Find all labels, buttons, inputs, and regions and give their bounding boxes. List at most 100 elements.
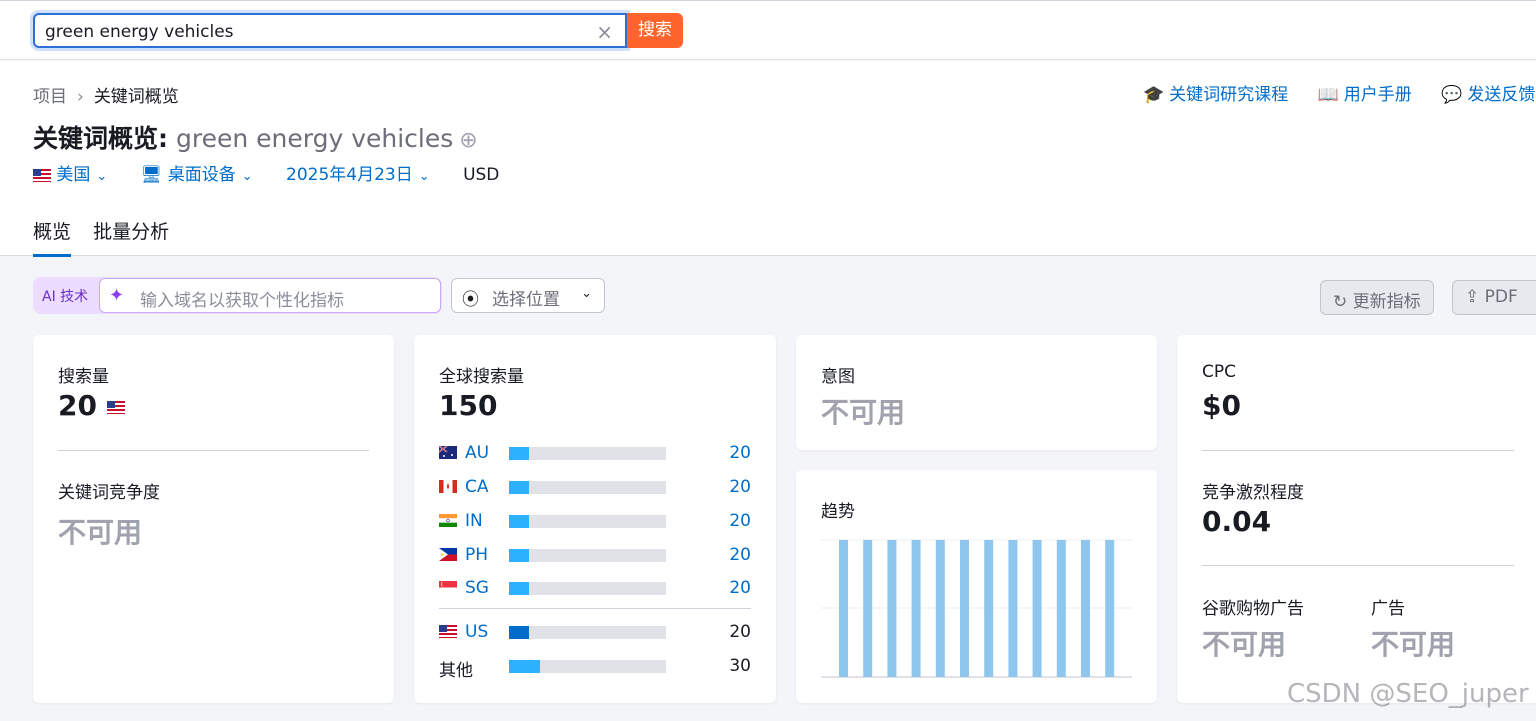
country-code: CA (465, 477, 489, 497)
share-bar-fill (509, 660, 541, 673)
us-flag-icon (439, 625, 457, 638)
trend-bar[interactable] (935, 540, 945, 677)
export-icon: ⇪ (1465, 287, 1480, 307)
domain-input[interactable]: ✦ 输入域名以获取个性化指标 (99, 278, 441, 313)
share-bar-track (509, 549, 666, 562)
country-row[interactable]: IN 20 (439, 511, 751, 531)
clear-icon[interactable]: × (596, 20, 613, 44)
country-volume: 20 (729, 622, 751, 642)
divider (1202, 450, 1514, 451)
trend-bar[interactable] (1032, 540, 1042, 677)
search-button[interactable]: 搜索 (627, 13, 683, 48)
share-bar-track (509, 582, 666, 595)
country-volume: 20 (729, 477, 751, 497)
sg-flag-icon (439, 581, 457, 594)
trend-bar[interactable] (1105, 540, 1115, 677)
manual-link[interactable]: 📖 用户手册 (1318, 80, 1412, 105)
add-to-list-icon[interactable]: ⊕ (459, 128, 477, 153)
divider (1202, 565, 1514, 566)
date-select-label: 2025年4月23日 (286, 165, 413, 185)
tab-bulk-analysis[interactable]: 批量分析 (93, 217, 169, 254)
breadcrumb-chevron-icon: › (77, 87, 84, 107)
country-row[interactable]: AU 20 (439, 443, 751, 463)
refresh-icon: ↻ (1333, 292, 1348, 312)
intent-value: 不可用 (821, 396, 906, 429)
share-bar-track (509, 481, 666, 494)
search-input[interactable]: green energy vehicles × (33, 13, 627, 48)
trend-bar[interactable] (911, 540, 921, 677)
share-bar-track (509, 660, 666, 673)
course-link[interactable]: 🎓 关键词研究课程 (1143, 80, 1288, 105)
trend-bar[interactable] (1056, 540, 1066, 677)
chevron-down-icon: ⌄ (418, 169, 430, 184)
country-volume: 20 (729, 545, 751, 565)
share-bar-fill (509, 582, 530, 595)
tab-overview[interactable]: 概览 (33, 217, 72, 257)
country-row[interactable]: CA 20 (439, 477, 751, 497)
us-flag-icon (106, 400, 125, 414)
country-code: SG (465, 578, 489, 598)
course-link-label: 关键词研究课程 (1169, 85, 1289, 105)
other-label: 其他 (439, 661, 473, 681)
manual-link-label: 用户手册 (1343, 85, 1412, 105)
trend-bar[interactable] (839, 540, 848, 677)
volume-card: 搜索量 20 关键词竞争度 不可用 (33, 335, 394, 703)
share-bar-fill (509, 549, 530, 562)
breadcrumb-projects[interactable]: 项目 (33, 87, 67, 107)
location-select[interactable]: ⦿ 选择位置 ⌄ (451, 278, 605, 313)
refresh-metrics-label: 更新指标 (1352, 292, 1421, 312)
global-volume-value: 150 (439, 389, 498, 422)
date-select[interactable]: 2025年4月23日 ⌄ (286, 160, 430, 185)
country-code: AU (465, 443, 490, 463)
country-row-other: 其他 30 (439, 656, 751, 681)
country-row[interactable]: SG 20 (439, 578, 751, 598)
global-volume-label: 全球搜索量 (439, 367, 524, 387)
other-volume: 30 (729, 656, 751, 676)
volume-label: 搜索量 (58, 367, 109, 387)
filter-bar: 美国 ⌄ 🖥 桌面设备 ⌄ 2025年4月23日 ⌄ USD (33, 160, 499, 185)
trend-label: 趋势 (821, 502, 855, 522)
desktop-icon: 🖥 (140, 165, 163, 185)
divider (58, 450, 369, 451)
device-select-label: 桌面设备 (167, 165, 236, 185)
ads-label: 广告 (1371, 599, 1405, 619)
country-row-us[interactable]: US 20 (439, 622, 751, 642)
trend-bar[interactable] (863, 540, 873, 677)
trend-bar[interactable] (984, 540, 994, 677)
difficulty-label: 关键词竞争度 (58, 483, 160, 503)
location-pin-icon: ⦿ (462, 290, 479, 310)
ca-flag-icon (439, 480, 457, 493)
ads-value: 不可用 (1371, 628, 1456, 661)
refresh-metrics-button[interactable]: ↻ 更新指标 (1320, 280, 1434, 315)
ai-badge: AI 技术 (42, 289, 89, 305)
country-row[interactable]: PH 20 (439, 545, 751, 565)
help-links: 🎓 关键词研究课程 📖 用户手册 💬 发送反馈 (1143, 80, 1536, 105)
breadcrumb-current: 关键词概览 (93, 87, 179, 107)
graduation-cap-icon: 🎓 (1143, 85, 1165, 105)
search-input-value: green energy vehicles (45, 22, 234, 42)
top-search-bar: green energy vehicles × 搜索 (0, 0, 1536, 60)
country-code: PH (465, 545, 489, 565)
pdf-export-button[interactable]: ⇪ PDF (1452, 280, 1536, 315)
trend-bar[interactable] (887, 540, 897, 677)
trend-bar[interactable] (1008, 540, 1018, 677)
share-bar-track (509, 515, 666, 528)
ai-domain-bar: AI 技术 ✦ 输入域名以获取个性化指标 (33, 277, 442, 314)
competition-value: 0.04 (1202, 505, 1272, 538)
divider (439, 608, 751, 609)
intent-label: 意图 (821, 367, 855, 387)
trend-bar[interactable] (1081, 540, 1090, 677)
feedback-link-label: 发送反馈 (1467, 85, 1536, 105)
feedback-link[interactable]: 💬 发送反馈 (1441, 80, 1535, 105)
in-flag-icon (439, 514, 457, 527)
chevron-down-icon: ⌄ (241, 169, 253, 184)
ph-flag-icon (439, 548, 457, 561)
country-select[interactable]: 美国 ⌄ (33, 160, 107, 185)
trend-bar[interactable] (960, 540, 969, 677)
device-select[interactable]: 🖥 桌面设备 ⌄ (141, 160, 253, 185)
us-flag-icon (33, 168, 51, 182)
book-icon: 📖 (1317, 85, 1339, 105)
country-code: US (465, 622, 489, 642)
cpc-value: $0 (1202, 389, 1241, 422)
trend-chart (821, 539, 1132, 678)
